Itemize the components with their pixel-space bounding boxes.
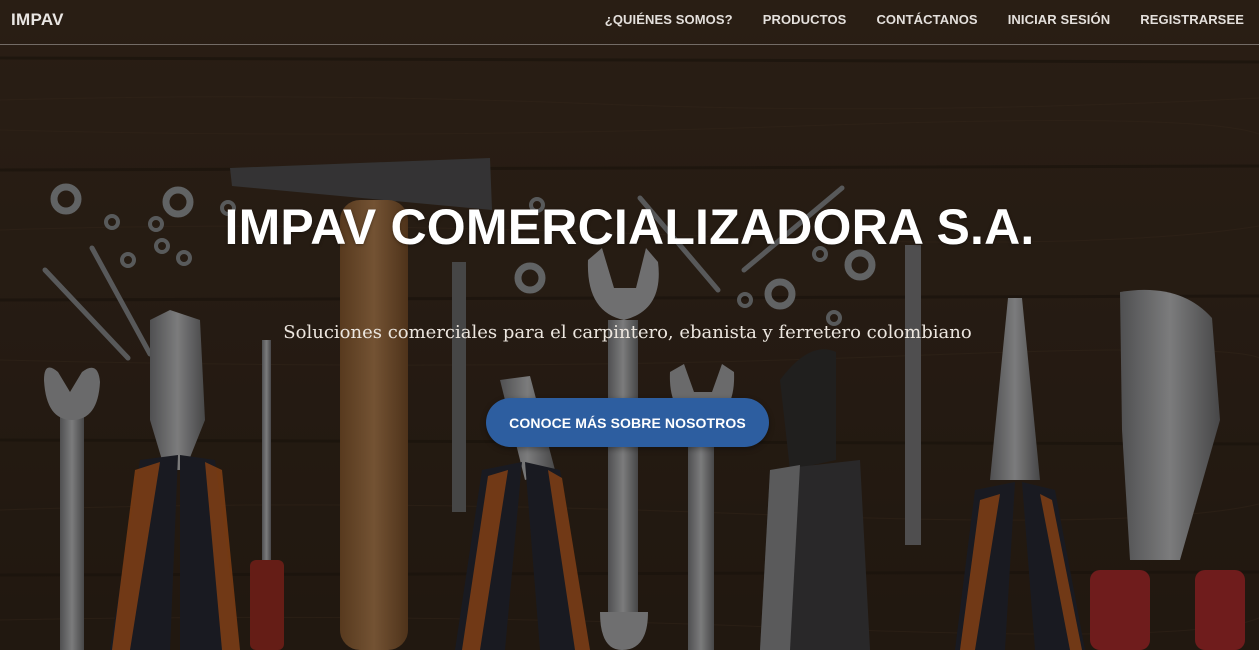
- top-navbar: IMPAV ¿QUIÉNES SOMOS? PRODUCTOS CONTÁCTA…: [0, 0, 1259, 45]
- nav-link-registrarse[interactable]: REGISTRARSEE: [1140, 12, 1244, 27]
- nav-link-quienes-somos[interactable]: ¿QUIÉNES SOMOS?: [605, 12, 733, 27]
- brand-logo-link[interactable]: IMPAV: [11, 10, 64, 30]
- nav-link-productos[interactable]: PRODUCTOS: [763, 12, 847, 27]
- nav-link-iniciar-sesion[interactable]: INICIAR SESIÓN: [1008, 12, 1111, 27]
- nav-link-contactanos[interactable]: CONTÁCTANOS: [876, 12, 977, 27]
- conoce-mas-button[interactable]: CONOCE MÁS SOBRE NOSOTROS: [486, 398, 769, 447]
- nav-links: ¿QUIÉNES SOMOS? PRODUCTOS CONTÁCTANOS IN…: [605, 12, 1244, 27]
- hero-title: IMPAV COMERCIALIZADORA S.A.: [224, 199, 1035, 255]
- hero-subtitle: Soluciones comerciales para el carpinter…: [283, 322, 972, 343]
